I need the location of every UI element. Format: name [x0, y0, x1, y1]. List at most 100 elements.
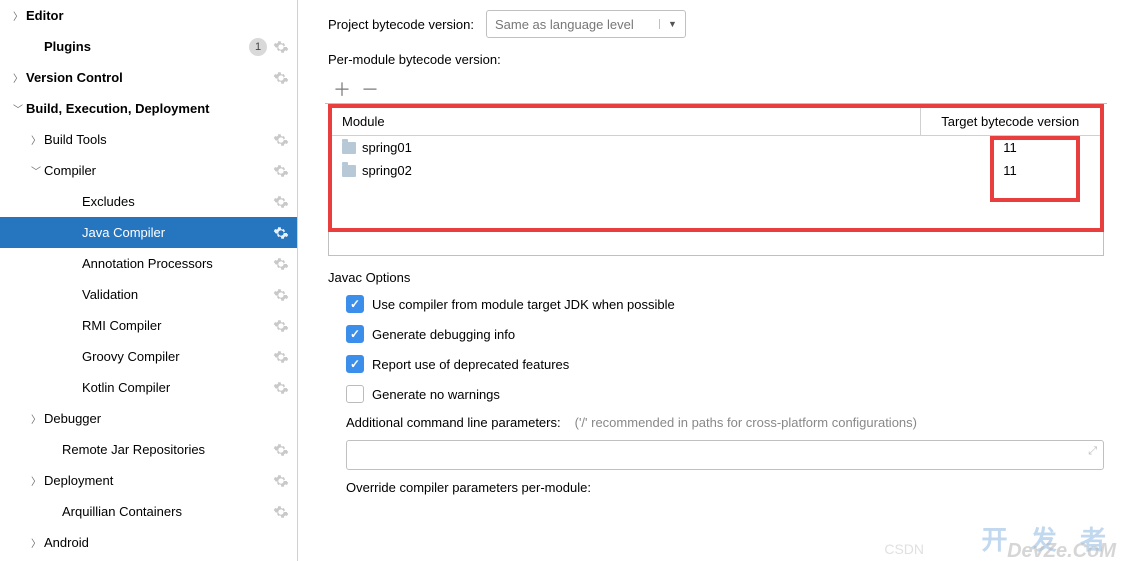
sidebar-item-build-execution-deployment[interactable]: ﹀Build, Execution, Deployment: [0, 93, 297, 124]
project-bytecode-label: Project bytecode version:: [328, 17, 474, 32]
expand-icon[interactable]: ⤢: [1088, 445, 1097, 458]
module-bytecode-table: Module Target bytecode version spring011…: [332, 108, 1100, 182]
additional-params-label: Additional command line parameters:: [346, 415, 561, 430]
checkbox[interactable]: [346, 295, 364, 313]
table-row[interactable]: spring0111: [332, 136, 1100, 160]
project-bytecode-select[interactable]: Same as language level ▼: [486, 10, 686, 38]
folder-icon: [342, 142, 356, 154]
settings-main-panel: Project bytecode version: Same as langua…: [298, 0, 1124, 561]
sidebar-item-label: Arquillian Containers: [62, 504, 273, 519]
checkbox[interactable]: [346, 355, 364, 373]
chevron-icon: 〉: [10, 70, 26, 85]
remove-button[interactable]: －: [361, 76, 379, 102]
folder-icon: [342, 165, 356, 177]
option-row: Report use of deprecated features: [346, 355, 1124, 373]
gear-icon: [273, 442, 289, 458]
gear-icon: [273, 318, 289, 334]
gear-icon: [273, 132, 289, 148]
chevron-icon: ﹀: [28, 163, 44, 178]
table-footer-area: [328, 232, 1104, 256]
gear-icon: [273, 163, 289, 179]
sidebar-item-android[interactable]: 〉Android: [0, 527, 297, 558]
sidebar-item-arquillian-containers[interactable]: Arquillian Containers: [0, 496, 297, 527]
chevron-icon: 〉: [28, 535, 44, 550]
chevron-icon: 〉: [28, 473, 44, 488]
additional-params-input[interactable]: ⤢: [346, 440, 1104, 470]
sidebar-item-annotation-processors[interactable]: Annotation Processors: [0, 248, 297, 279]
checkbox[interactable]: [346, 325, 364, 343]
sidebar-item-editor[interactable]: 〉Editor: [0, 0, 297, 31]
gear-icon: [273, 380, 289, 396]
sidebar-item-label: RMI Compiler: [82, 318, 273, 333]
sidebar-item-compiler[interactable]: ﹀Compiler: [0, 155, 297, 186]
project-bytecode-value: Same as language level: [495, 17, 659, 32]
sidebar-item-label: Groovy Compiler: [82, 349, 273, 364]
additional-params-hint: ('/' recommended in paths for cross-plat…: [575, 415, 917, 430]
sidebar-item-label: Debugger: [44, 411, 273, 426]
count-badge: 1: [249, 38, 267, 56]
option-label: Use compiler from module target JDK when…: [372, 297, 675, 312]
gear-icon: [273, 70, 289, 86]
checkbox[interactable]: [346, 385, 364, 403]
sidebar-item-groovy-compiler[interactable]: Groovy Compiler: [0, 341, 297, 372]
override-params-label: Override compiler parameters per-module:: [346, 480, 1124, 495]
sidebar-item-label: Remote Jar Repositories: [62, 442, 273, 457]
chevron-icon: ﹀: [10, 101, 26, 116]
sidebar-item-label: Android: [44, 535, 273, 550]
option-row: Generate no warnings: [346, 385, 1124, 403]
sidebar-item-label: Build Tools: [44, 132, 273, 147]
per-module-label: Per-module bytecode version:: [328, 52, 1124, 67]
gear-icon: [273, 39, 289, 55]
sidebar-item-label: Compiler: [44, 163, 273, 178]
chevron-icon: 〉: [28, 132, 44, 147]
watermark-en: DevZe.CoM: [1007, 540, 1116, 561]
sidebar-item-validation[interactable]: Validation: [0, 279, 297, 310]
gear-icon: [273, 287, 289, 303]
add-button[interactable]: ＋: [333, 76, 351, 102]
settings-sidebar: 〉EditorPlugins1〉Version Control﹀Build, E…: [0, 0, 298, 561]
table-row[interactable]: spring0211: [332, 159, 1100, 182]
csdn-watermark: CSDN: [884, 541, 924, 557]
sidebar-item-label: Excludes: [82, 194, 273, 209]
gear-icon: [273, 504, 289, 520]
gear-icon: [273, 349, 289, 365]
option-label: Generate debugging info: [372, 327, 515, 342]
gear-icon: [273, 473, 289, 489]
sidebar-item-build-tools[interactable]: 〉Build Tools: [0, 124, 297, 155]
javac-options-label: Javac Options: [328, 270, 1124, 285]
sidebar-item-label: Version Control: [26, 70, 273, 85]
gear-icon: [273, 194, 289, 210]
module-name: spring01: [362, 140, 412, 155]
sidebar-item-excludes[interactable]: Excludes: [0, 186, 297, 217]
option-label: Generate no warnings: [372, 387, 500, 402]
sidebar-item-label: Build, Execution, Deployment: [26, 101, 273, 116]
gear-icon: [273, 256, 289, 272]
option-row: Generate debugging info: [346, 325, 1124, 343]
sidebar-item-kotlin-compiler[interactable]: Kotlin Compiler: [0, 372, 297, 403]
col-module-header[interactable]: Module: [332, 108, 920, 136]
sidebar-item-rmi-compiler[interactable]: RMI Compiler: [0, 310, 297, 341]
sidebar-item-version-control[interactable]: 〉Version Control: [0, 62, 297, 93]
sidebar-item-plugins[interactable]: Plugins1: [0, 31, 297, 62]
col-target-header[interactable]: Target bytecode version: [920, 108, 1100, 136]
sidebar-item-deployment[interactable]: 〉Deployment: [0, 465, 297, 496]
module-table-highlight: Module Target bytecode version spring011…: [328, 104, 1104, 232]
sidebar-item-label: Deployment: [44, 473, 273, 488]
sidebar-item-debugger[interactable]: 〉Debugger: [0, 403, 297, 434]
option-label: Report use of deprecated features: [372, 357, 569, 372]
sidebar-item-label: Editor: [26, 8, 273, 23]
sidebar-item-label: Validation: [82, 287, 273, 302]
sidebar-item-remote-jar-repositories[interactable]: Remote Jar Repositories: [0, 434, 297, 465]
gear-icon: [273, 225, 289, 241]
option-row: Use compiler from module target JDK when…: [346, 295, 1124, 313]
sidebar-item-label: Annotation Processors: [82, 256, 273, 271]
target-values-highlight: [990, 136, 1080, 202]
sidebar-item-java-compiler[interactable]: Java Compiler: [0, 217, 297, 248]
sidebar-item-label: Java Compiler: [82, 225, 273, 240]
sidebar-item-label: Kotlin Compiler: [82, 380, 273, 395]
sidebar-item-label: Plugins: [44, 39, 249, 54]
chevron-down-icon: ▼: [659, 19, 677, 29]
chevron-icon: 〉: [28, 411, 44, 426]
chevron-icon: 〉: [10, 8, 26, 23]
module-name: spring02: [362, 163, 412, 178]
